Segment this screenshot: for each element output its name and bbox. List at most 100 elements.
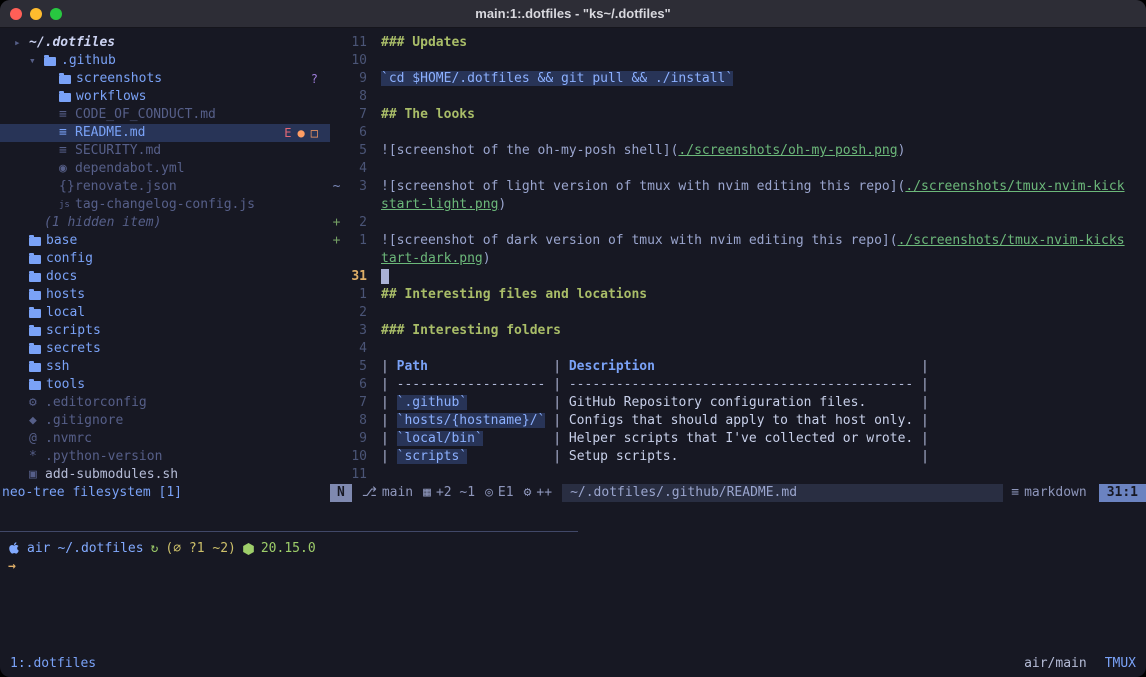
text-segment: ## Interesting files and locations (381, 287, 647, 302)
chevron-right-icon[interactable]: ▸ (14, 34, 29, 52)
text-segment: | (381, 359, 397, 374)
text-segment (866, 395, 913, 410)
buffer-line[interactable]: 5![screenshot of the oh-my-posh shell](.… (330, 142, 1146, 160)
buffer-line[interactable]: 7| `.github` | GitHub Repository configu… (330, 394, 1146, 412)
text-segment: `hosts/{hostname}/` (397, 413, 546, 428)
buffer-line[interactable]: 4 (330, 340, 1146, 358)
tree-item[interactable]: screenshots? (0, 70, 330, 88)
buffer-line[interactable]: 1## Interesting files and locations (330, 286, 1146, 304)
tree-item[interactable]: ≡CODE_OF_CONDUCT.md (0, 106, 330, 124)
text-segment (467, 395, 545, 410)
line-text: start-light.png) (367, 196, 506, 214)
tree-item[interactable]: ≡SECURITY.md (0, 142, 330, 160)
tree-item[interactable]: ◉dependabot.yml (0, 160, 330, 178)
shell-cwd: ~/.dotfiles (57, 540, 143, 558)
tree-item-label: tag-changelog-config.js (75, 196, 255, 214)
tree-item[interactable]: ▾.github (0, 52, 330, 70)
tree-item[interactable]: tools (0, 376, 330, 394)
sign-column (330, 88, 343, 106)
line-text: | ------------------- | ----------------… (367, 376, 929, 394)
text-segment: ./screenshots/tmux-nvim-kicks (898, 233, 1125, 248)
buffer-line[interactable]: 3### Interesting folders (330, 322, 1146, 340)
tree-item[interactable]: hosts (0, 286, 330, 304)
buffer-line[interactable]: 11 (330, 466, 1146, 484)
buffer-line[interactable]: 9`cd $HOME/.dotfiles && git pull && ./in… (330, 70, 1146, 88)
chevron-down-icon[interactable]: ▾ (29, 52, 44, 70)
tree-item[interactable]: (1 hidden item) (0, 214, 330, 232)
tree-item[interactable]: config (0, 250, 330, 268)
folder-icon (29, 273, 41, 282)
sign-column (330, 52, 343, 70)
buffer-line[interactable]: start-light.png) (330, 196, 1146, 214)
tmux-status-bar: 1:.dotfiles air/main TMUX (0, 651, 1146, 677)
line-text: tart-dark.png) (367, 250, 491, 268)
buffer-line[interactable]: 9| `local/bin` | Helper scripts that I'v… (330, 430, 1146, 448)
tree-item-label: scripts (46, 322, 101, 340)
line-number (343, 250, 367, 268)
tree-item[interactable]: @.nvmrc (0, 430, 330, 448)
line-text: | `hosts/{hostname}/` | Configs that sho… (367, 412, 929, 430)
text-segment: Description (569, 359, 655, 374)
tree-item-label: .gitignore (45, 412, 123, 430)
buffer-line[interactable]: 8 (330, 88, 1146, 106)
tree-item[interactable]: ⚙.editorconfig (0, 394, 330, 412)
text-segment: Path (397, 359, 428, 374)
statusline: neo-tree filesystem [1] N ⎇main ▦+2 ~1 ◎… (0, 484, 1146, 502)
branch-icon: ⎇ (362, 485, 377, 500)
text-segment: ### Updates (381, 35, 467, 50)
buffer-line[interactable]: 2 (330, 304, 1146, 322)
text-segment: Helper scripts that I've collected or wr… (569, 431, 913, 446)
tree-item[interactable]: jstag-changelog-config.js (0, 196, 330, 214)
tree-item[interactable]: ▣add-submodules.sh (0, 466, 330, 484)
text-segment: `scripts` (397, 449, 467, 464)
line-number (343, 196, 367, 214)
tree-item[interactable]: secrets (0, 340, 330, 358)
tree-item[interactable]: *.python-version (0, 448, 330, 466)
tree-item-label: secrets (46, 340, 101, 358)
shell-pane[interactable]: air ~/.dotfiles ↻ (⌀ ?1 ~2) 20.15.0 → (0, 520, 1146, 651)
tree-item[interactable]: base (0, 232, 330, 250)
line-number: 3 (343, 178, 367, 196)
minimize-button[interactable] (30, 8, 42, 20)
tree-item[interactable]: docs (0, 268, 330, 286)
buffer-line[interactable]: +2 (330, 214, 1146, 232)
buffer-line[interactable]: 5| Path | Description | (330, 358, 1146, 376)
buffer-line[interactable]: 10 (330, 52, 1146, 70)
traffic-lights (0, 8, 62, 20)
buffer-line[interactable]: +1![screenshot of dark version of tmux w… (330, 232, 1146, 250)
close-button[interactable] (10, 8, 22, 20)
shell-input-line[interactable]: → (8, 558, 1146, 576)
line-text (367, 214, 381, 232)
markdown-icon: ≡ (59, 124, 75, 142)
tree-item[interactable]: ▸~/.dotfiles (0, 34, 330, 52)
text-segment: GitHub Repository configuration files. (569, 395, 866, 410)
buffer-line[interactable]: 31 (330, 268, 1146, 286)
buffer-line[interactable]: 6 (330, 124, 1146, 142)
tree-item[interactable]: ◆.gitignore (0, 412, 330, 430)
line-text (367, 124, 381, 142)
text-segment: | (913, 431, 929, 446)
buffer-line[interactable]: 11### Updates (330, 34, 1146, 52)
tree-item[interactable]: ≡README.mdE●□ (0, 124, 330, 142)
git-icon: ◆ (29, 412, 45, 430)
line-number: 9 (343, 70, 367, 88)
line-number: 8 (343, 412, 367, 430)
tree-item[interactable]: ssh (0, 358, 330, 376)
tree-item[interactable]: workflows (0, 88, 330, 106)
buffer-line[interactable]: tart-dark.png) (330, 250, 1146, 268)
tree-item[interactable]: {}renovate.json (0, 178, 330, 196)
tmux-session-name: air/main (1024, 655, 1087, 673)
buffer-line[interactable]: 8| `hosts/{hostname}/` | Configs that sh… (330, 412, 1146, 430)
tree-item[interactable]: local (0, 304, 330, 322)
buffer-line[interactable]: ~3![screenshot of light version of tmux … (330, 178, 1146, 196)
tree-item[interactable]: scripts (0, 322, 330, 340)
buffer-line[interactable]: 7## The looks (330, 106, 1146, 124)
buffer-line[interactable]: 6| ------------------- | ---------------… (330, 376, 1146, 394)
tmux-window-tab[interactable]: 1:.dotfiles (10, 655, 96, 673)
zoom-button[interactable] (50, 8, 62, 20)
line-number: 2 (343, 214, 367, 232)
buffer-line[interactable]: 10| `scripts` | Setup scripts. | (330, 448, 1146, 466)
text-segment: | (913, 359, 929, 374)
folder-icon (29, 363, 41, 372)
buffer-line[interactable]: 4 (330, 160, 1146, 178)
